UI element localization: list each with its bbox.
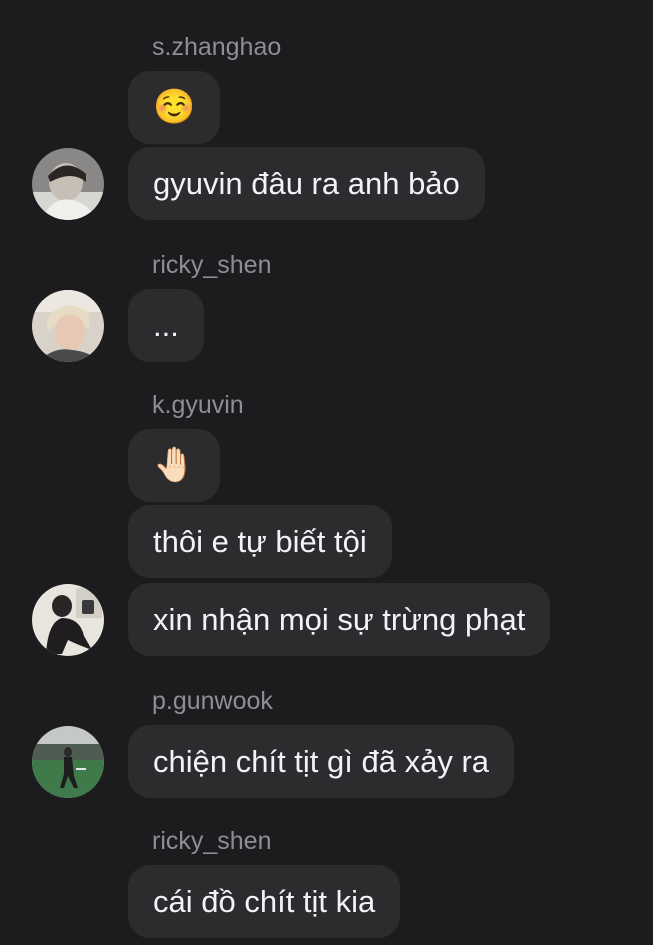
chat-thread: s.zhanghao ☺️ gyuvin đâu ra anh bảo rick… bbox=[0, 0, 653, 945]
message-bubble[interactable]: gyuvin đâu ra anh bảo bbox=[128, 147, 485, 220]
message-bubble[interactable]: thôi e tự biết tội bbox=[128, 505, 392, 578]
sender-name[interactable]: k.gyuvin bbox=[152, 390, 244, 420]
message-bubble[interactable]: ... bbox=[128, 289, 204, 362]
message-bubble[interactable]: xin nhận mọi sự trừng phạt bbox=[128, 583, 551, 656]
avatar[interactable] bbox=[32, 726, 104, 798]
avatar[interactable] bbox=[32, 290, 104, 362]
avatar[interactable] bbox=[32, 584, 104, 656]
sender-name[interactable]: s.zhanghao bbox=[152, 32, 281, 62]
message-bubble[interactable]: ☺️ bbox=[128, 71, 221, 144]
sender-name[interactable]: p.gunwook bbox=[152, 686, 273, 716]
sender-name[interactable]: ricky_shen bbox=[152, 250, 272, 280]
message-bubble[interactable]: 🤚🏻 bbox=[128, 429, 221, 502]
avatar[interactable] bbox=[32, 148, 104, 220]
message-bubble[interactable]: cái đồ chít tịt kia bbox=[128, 865, 401, 938]
sender-name[interactable]: ricky_shen bbox=[152, 826, 272, 856]
message-bubble[interactable]: chiện chít tịt gì đã xảy ra bbox=[128, 725, 515, 798]
